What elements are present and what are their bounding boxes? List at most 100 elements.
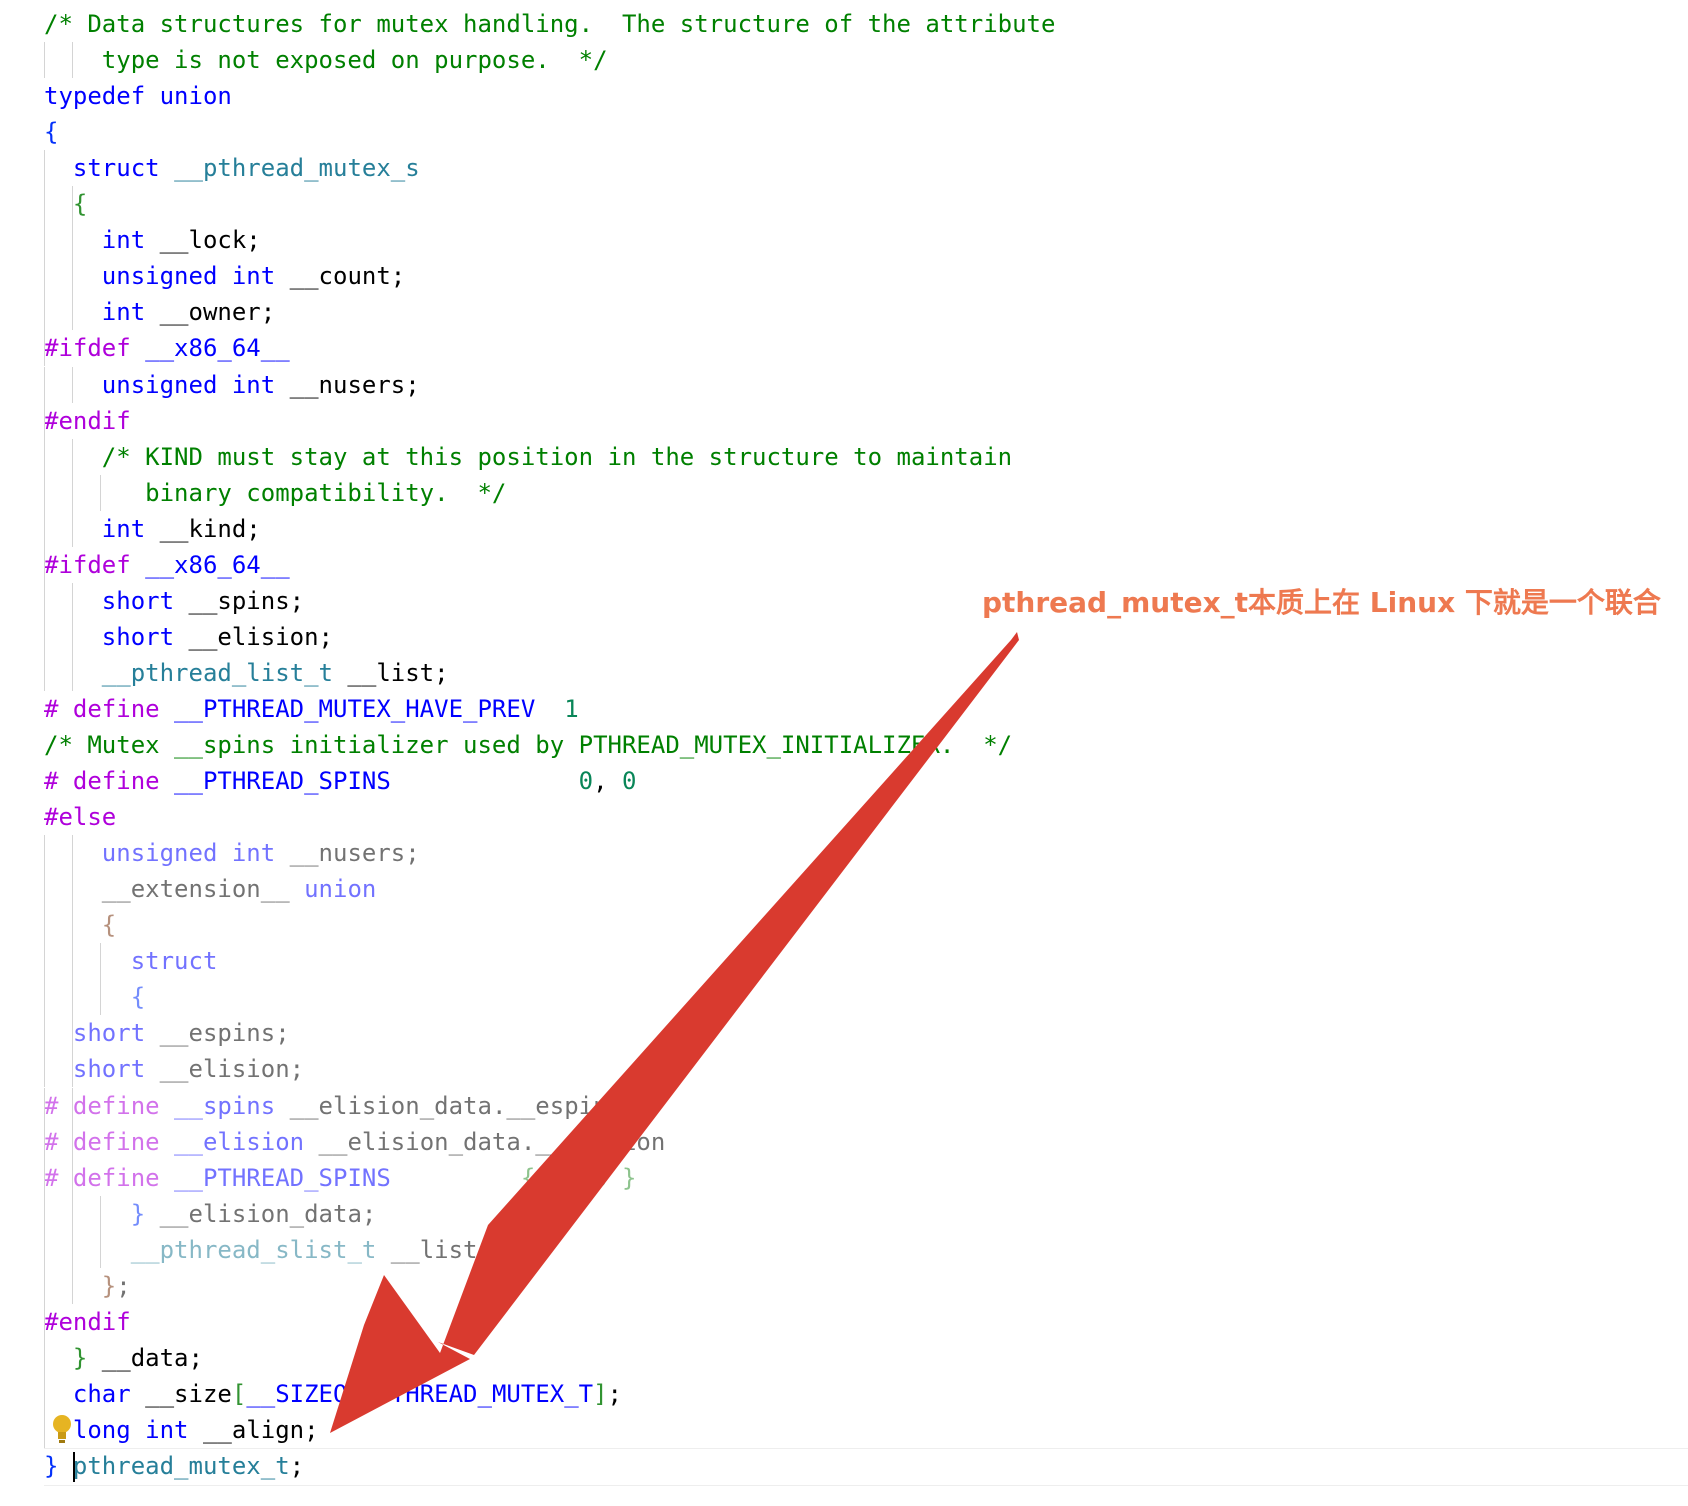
indent-guide <box>72 1195 73 1232</box>
code-token: __PTHREAD_SPINS <box>174 767 391 796</box>
code-token: __pthread_mutex_s <box>174 154 420 183</box>
code-editor[interactable]: /* Data structures for mutex handling. T… <box>0 0 1688 1506</box>
indent-guide <box>44 835 45 872</box>
lightbulb-icon[interactable] <box>52 1414 72 1444</box>
code-token: __elision_data.__elision <box>304 1127 666 1156</box>
code-line[interactable]: int __owner; <box>44 294 275 330</box>
indent-guide <box>44 1195 45 1232</box>
code-line[interactable]: /* Data structures for mutex handling. T… <box>44 6 1055 42</box>
code-token: __pthread_slist_t <box>130 1235 377 1264</box>
code-line[interactable]: } __data; <box>44 1340 203 1376</box>
code-token: __elision_data; <box>145 1199 377 1228</box>
code-line[interactable]: short __espins; <box>44 1015 290 1051</box>
code-token: } <box>101 1271 117 1300</box>
code-token: 0 <box>622 767 637 796</box>
indent-guide <box>44 1051 45 1088</box>
code-token: } <box>44 1452 59 1480</box>
indent-guide <box>100 1231 101 1268</box>
code-line[interactable]: # define __PTHREAD_SPINS { 0, 0 } <box>44 1160 636 1196</box>
code-line[interactable]: } __elision_data; <box>44 1196 377 1232</box>
code-token: __owner; <box>145 298 276 327</box>
indent-guide <box>72 222 73 259</box>
code-line[interactable]: unsigned int __nusers; <box>44 367 420 403</box>
code-line[interactable]: short __spins; <box>44 583 304 619</box>
indent-guide <box>72 186 73 223</box>
indent-guide <box>72 1123 73 1160</box>
code-token: __size <box>130 1379 232 1408</box>
indent-guide <box>44 1015 45 1052</box>
code-line[interactable]: { <box>44 114 58 150</box>
code-token: __espins; <box>145 1019 290 1048</box>
indent-guide <box>72 1015 73 1052</box>
code-token: # define <box>44 694 160 723</box>
code-token: __list; <box>376 1235 492 1264</box>
code-line[interactable]: short __elision; <box>44 1051 304 1087</box>
code-line[interactable]: short __elision; <box>44 619 333 655</box>
code-line[interactable]: #ifdef __x86_64__ <box>44 547 290 583</box>
indent-guide <box>44 438 45 475</box>
code-line[interactable]: __pthread_list_t __list; <box>44 655 449 691</box>
code-line[interactable]: # define __elision __elision_data.__elis… <box>44 1124 665 1160</box>
indent-guide <box>72 474 73 511</box>
code-token: __x86_64__ <box>145 334 290 363</box>
code-line[interactable]: __pthread_slist_t __list; <box>44 1232 492 1268</box>
code-token: ] <box>593 1379 608 1408</box>
code-line[interactable]: int __lock; <box>44 222 261 258</box>
code-token: short <box>101 622 175 651</box>
code-line[interactable]: #endif <box>44 403 131 439</box>
code-line[interactable]: unsigned int __count; <box>44 258 405 294</box>
code-line[interactable]: binary compatibility. */ <box>44 475 506 511</box>
indent-guide <box>72 1087 73 1124</box>
code-line[interactable]: long int __align; <box>44 1412 319 1448</box>
code-line[interactable]: }; <box>44 1268 131 1304</box>
code-line[interactable]: typedef union <box>44 78 232 114</box>
code-line[interactable]: #endif <box>44 1304 131 1340</box>
indent-guide <box>44 402 45 439</box>
code-line[interactable]: struct __pthread_mutex_s <box>44 150 420 186</box>
indent-guide <box>72 1159 73 1196</box>
code-line[interactable]: __extension__ union <box>44 871 377 907</box>
code-token: ; <box>116 1271 131 1300</box>
code-token: } <box>72 1343 88 1372</box>
code-line[interactable]: { <box>44 979 145 1015</box>
code-line[interactable]: #ifdef __x86_64__ <box>44 330 290 366</box>
code-line[interactable]: # define __PTHREAD_MUTEX_HAVE_PREV 1 <box>44 691 579 727</box>
code-line[interactable]: # define __PTHREAD_SPINS 0, 0 <box>44 763 636 799</box>
code-line[interactable]: { <box>44 186 87 222</box>
indent-guide <box>100 1195 101 1232</box>
code-token: __list; <box>332 658 449 687</box>
code-token: short <box>72 1055 146 1084</box>
code-line[interactable]: type is not exposed on purpose. */ <box>44 42 608 78</box>
code-line[interactable]: char __size[__SIZEOF_PTHREAD_MUTEX_T]; <box>44 1376 622 1412</box>
code-line[interactable]: /* Mutex __spins initializer used by PTH… <box>44 727 1012 763</box>
code-line[interactable]: { <box>44 907 116 943</box>
indent-guide <box>44 943 45 980</box>
code-line[interactable]: struct <box>44 943 218 979</box>
indent-guide <box>44 222 45 259</box>
code-token: __elision_data.__espins <box>275 1091 622 1120</box>
code-line[interactable]: /* KIND must stay at this position in th… <box>44 439 1012 475</box>
code-token: type is not exposed on purpose. */ <box>44 46 608 75</box>
code-token: 0 <box>593 1163 608 1192</box>
indent-guide <box>44 1375 45 1412</box>
code-line[interactable]: } pthread_mutex_t; <box>44 1448 304 1484</box>
indent-guide <box>44 1267 45 1304</box>
code-line[interactable]: unsigned int __nusers; <box>44 835 420 871</box>
code-line[interactable]: # define __spins __elision_data.__espins <box>44 1088 622 1124</box>
code-line[interactable]: int __kind; <box>44 511 261 547</box>
code-token: __align; <box>188 1415 319 1444</box>
code-line[interactable]: #else <box>44 799 116 835</box>
indent-guide <box>72 979 73 1016</box>
